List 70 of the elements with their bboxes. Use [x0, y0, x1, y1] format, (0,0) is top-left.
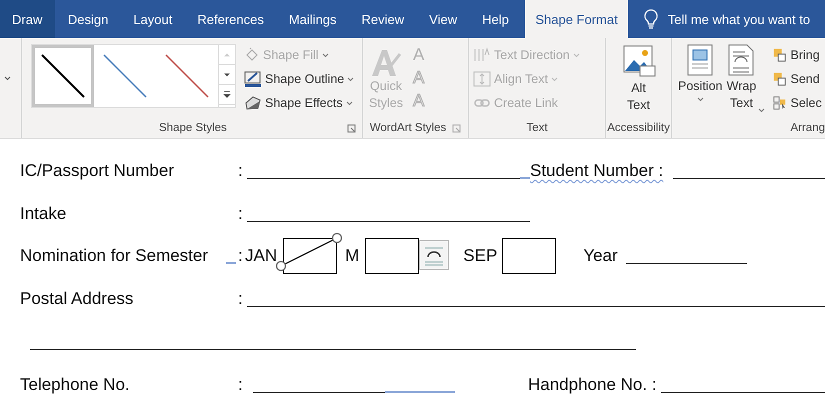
group-label: Shape Styles [159, 122, 227, 134]
ribbon-tab[interactable]: References [184, 0, 276, 38]
grammar-mark [520, 177, 530, 179]
ribbon-command[interactable]: Shape Effects [244, 92, 354, 114]
position-icon [687, 44, 714, 76]
field-label: Year [583, 246, 618, 266]
alt-text-button[interactable]: Alt Text [620, 44, 658, 118]
caret-icon [758, 108, 766, 113]
text-direction-icon [473, 47, 491, 63]
caret-icon [696, 97, 704, 102]
caret-icon [347, 76, 354, 82]
option-label: SEP [463, 246, 498, 266]
ribbon-tab[interactable]: Design [55, 0, 121, 38]
wrap-text-icon [728, 44, 754, 76]
image-icon [622, 44, 656, 78]
lightbulb-icon [644, 9, 658, 29]
ribbon-tab[interactable]: Shape Format [525, 0, 628, 38]
field-label: IC/Passport Number [20, 161, 175, 181]
layout-options-icon[interactable] [419, 240, 450, 270]
group-label: Accessibility [607, 122, 670, 134]
dialog-launcher-icon[interactable] [347, 124, 356, 132]
group-label: WordArt Styles [370, 122, 446, 134]
ribbon-tab[interactable]: View [416, 0, 470, 38]
dialog-launcher-icon[interactable] [452, 124, 462, 132]
tell-me-search[interactable]: Tell me what you want to [668, 12, 810, 26]
field-label: Telephone No. [20, 374, 131, 394]
shape-style-option[interactable] [32, 45, 94, 107]
pen-outline-icon [244, 71, 262, 87]
selected-line-shape[interactable] [276, 232, 344, 272]
ribbon-command[interactable]: Bring [773, 44, 822, 66]
grammar-mark [226, 262, 236, 264]
colon: : [238, 161, 244, 181]
grammar-mark [385, 390, 455, 392]
ribbon-tab[interactable]: Layout [120, 0, 185, 38]
ribbon-large-button[interactable]: Position [676, 44, 724, 118]
caret-icon [572, 52, 580, 58]
fill-in-line[interactable] [247, 220, 530, 222]
field-label: Postal Address [20, 289, 134, 309]
caret-icon [346, 100, 353, 106]
caret-icon[interactable] [4, 76, 11, 81]
colon: : [238, 246, 244, 266]
selection-pane-icon [773, 96, 788, 110]
field-label: Nomination for Semester [20, 246, 210, 266]
colon: : [238, 374, 244, 394]
layer-order-icon [773, 48, 788, 62]
colon: : [238, 204, 244, 224]
field-label: Intake [20, 204, 68, 224]
align-text-icon [473, 71, 491, 87]
ribbon-large-button[interactable]: Wrap Text [724, 44, 766, 118]
layer-order-icon [773, 72, 788, 86]
ribbon-tab[interactable]: Draw [0, 0, 56, 38]
group-label: Arrang [790, 122, 825, 134]
rectangle-shape [365, 238, 420, 274]
colon: : [238, 289, 244, 309]
field-label: Handphone No. : [528, 374, 657, 394]
caret-icon [322, 52, 329, 58]
group-label: Text [526, 122, 548, 134]
ribbon-tab[interactable]: Review [349, 0, 417, 38]
ribbon-tab[interactable]: Help [470, 0, 522, 38]
caret-icon [550, 76, 558, 82]
ribbon-tab[interactable]: Mailings [276, 0, 350, 38]
option-label: M [345, 246, 360, 266]
paint-bucket-icon [244, 47, 260, 63]
ribbon-command[interactable]: Selec [773, 92, 822, 114]
option-label: JAN [245, 246, 278, 266]
ribbon-command[interactable]: Send [773, 68, 822, 90]
shape-effects-icon [244, 95, 262, 111]
field-label: Student Number : [530, 161, 664, 181]
ribbon-command[interactable]: Shape Outline [244, 68, 354, 90]
rectangle-shape [502, 238, 556, 274]
